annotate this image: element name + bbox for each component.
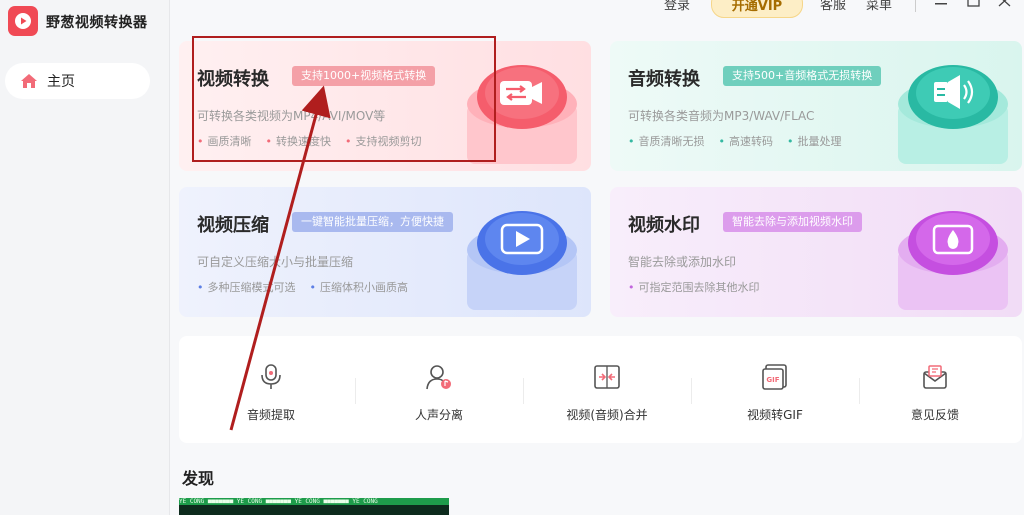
audio-convert-icon [898, 65, 1008, 164]
card-description: 智能去除或添加水印 [628, 255, 737, 269]
discover-thumbnail[interactable]: YE CONG ■■■■■■■ YE CONG ■■■■■■■ YE CONG … [179, 498, 449, 515]
sidebar-item-label: 主页 [47, 74, 75, 90]
tool-label: 人声分离 [414, 408, 463, 422]
card-title: 视频压缩 [197, 215, 269, 236]
svg-text:GIF: GIF [766, 376, 779, 384]
tool-label: 意见反馈 [910, 408, 959, 422]
video-compress-card[interactable]: 视频压缩 一键智能批量压缩，方便快捷 可自定义压缩大小与批量压缩 多种压缩模式可… [179, 187, 591, 317]
card-title: 视频转换 [197, 69, 269, 90]
card-description: 可转换各类视频为MP4/AVI/MOV等 [197, 109, 386, 123]
tools-panel: 音频提取 人声分离 视频(音频)合并 GIF 视频转GIF 意见反馈 [179, 336, 1022, 443]
card-features: 音质清晰无损 高速转码 批量处理 [628, 133, 842, 149]
video-to-gif-tool[interactable]: GIF 视频转GIF [691, 336, 859, 443]
voice-separation-icon [426, 365, 451, 390]
tool-label: 视频(音频)合并 [566, 408, 648, 422]
app-logo [8, 6, 38, 36]
card-features: 多种压缩模式可选 压缩体积小画质高 [197, 279, 409, 295]
audio-convert-card[interactable]: 音频转换 支持500+音频格式无损转换 可转换各类音频为MP3/WAV/FLAC… [610, 41, 1022, 171]
home-icon [21, 74, 37, 88]
sidebar-item-home[interactable]: 主页 [5, 63, 150, 99]
vocal-separation-tool[interactable]: 人声分离 [355, 336, 523, 443]
feedback-tool[interactable]: 意见反馈 [851, 336, 1019, 443]
login-button[interactable]: 登录 [664, 0, 690, 13]
audio-extract-tool[interactable]: 音频提取 [187, 336, 355, 443]
play-icon [15, 13, 31, 29]
card-features: 画质清晰 转换速度快 支持视频剪切 [197, 133, 422, 149]
feature-item: 支持视频剪切 [345, 133, 422, 149]
card-badge: 智能去除与添加视频水印 [723, 212, 862, 232]
card-title: 音频转换 [628, 69, 700, 90]
minimize-icon[interactable] [935, 0, 949, 8]
discover-heading: 发现 [182, 469, 215, 488]
watermark-icon [898, 211, 1008, 310]
video-compress-icon [467, 211, 577, 310]
tool-label: 视频转GIF [747, 408, 803, 422]
card-badge: 支持1000+视频格式转换 [292, 66, 436, 86]
thumbnail-banner-text: YE CONG ■■■■■■■ YE CONG ■■■■■■■ YE CONG … [179, 498, 449, 505]
card-features: 可指定范围去除其他水印 [628, 279, 760, 295]
window-divider [915, 0, 916, 12]
app-title: 野葱视频转换器 [46, 15, 148, 31]
vip-button[interactable]: 开通VIP [711, 0, 803, 18]
feature-item: 音质清晰无损 [628, 133, 705, 149]
feedback-icon [923, 365, 947, 389]
feature-item: 画质清晰 [197, 133, 252, 149]
main-area: 登录 开通VIP 客服 菜单 视频转换 支持1000+视频格式转换 可转换各类视… [170, 0, 1024, 515]
video-watermark-card[interactable]: 视频水印 智能去除与添加视频水印 智能去除或添加水印 可指定范围去除其他水印 [610, 187, 1022, 317]
customer-service-button[interactable]: 客服 [820, 0, 846, 13]
card-badge: 一键智能批量压缩，方便快捷 [292, 212, 453, 232]
gif-icon: GIF [762, 364, 787, 390]
feature-item: 高速转码 [719, 133, 773, 149]
feature-item: 转换速度快 [266, 133, 331, 149]
feature-item: 多种压缩模式可选 [197, 279, 296, 295]
microphone-icon [261, 364, 281, 389]
sidebar: 野葱视频转换器 主页 [0, 0, 170, 515]
video-convert-icon [467, 65, 577, 164]
video-convert-card[interactable]: 视频转换 支持1000+视频格式转换 可转换各类视频为MP4/AVI/MOV等 … [179, 41, 591, 171]
feature-item: 压缩体积小画质高 [310, 279, 408, 295]
feature-item: 批量处理 [787, 133, 842, 149]
merge-icon [594, 365, 620, 389]
menu-button[interactable]: 菜单 [866, 0, 892, 13]
card-title: 视频水印 [628, 215, 700, 236]
close-icon[interactable] [998, 0, 1012, 8]
tool-label: 音频提取 [246, 408, 295, 422]
merge-tool[interactable]: 视频(音频)合并 [523, 336, 691, 443]
card-description: 可转换各类音频为MP3/WAV/FLAC [628, 109, 815, 123]
maximize-icon[interactable] [967, 0, 981, 8]
card-description: 可自定义压缩大小与批量压缩 [197, 255, 354, 269]
top-bar: 登录 开通VIP 客服 菜单 [170, 0, 1024, 18]
card-badge: 支持500+音频格式无损转换 [723, 66, 882, 86]
feature-item: 可指定范围去除其他水印 [628, 279, 760, 295]
